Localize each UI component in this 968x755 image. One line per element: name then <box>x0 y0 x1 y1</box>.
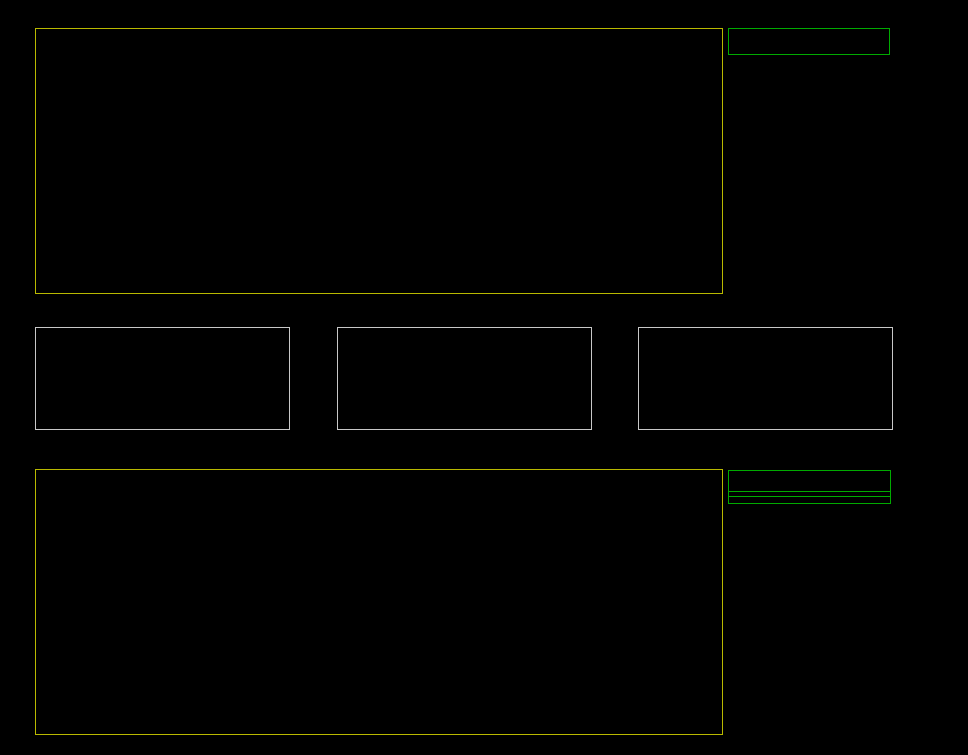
thumbnail-eliminate-canvas <box>338 328 589 427</box>
aip-output-panel <box>728 470 891 504</box>
autoscala-app-window <box>0 0 968 755</box>
thumbnail-original-ionogram <box>35 327 290 430</box>
aip-panel-header <box>729 471 890 492</box>
ionogram-top-canvas <box>36 29 720 291</box>
ionogram-top-block <box>0 22 968 322</box>
ionogram-top-frame <box>35 28 723 294</box>
ionogram-bottom-canvas <box>36 470 720 732</box>
autoscala-panel-header <box>729 29 889 54</box>
autoscala-output-panel <box>728 28 890 55</box>
tec-separator <box>729 496 890 497</box>
thumbnail-evidence-canvas <box>639 328 890 427</box>
thumbnail-original-canvas <box>36 328 287 427</box>
thumbnail-eliminate-reflections <box>337 327 592 430</box>
thumbnail-evidence-f2 <box>638 327 893 430</box>
ionogram-bottom-frame <box>35 469 723 735</box>
ionogram-bottom-block <box>0 463 968 755</box>
